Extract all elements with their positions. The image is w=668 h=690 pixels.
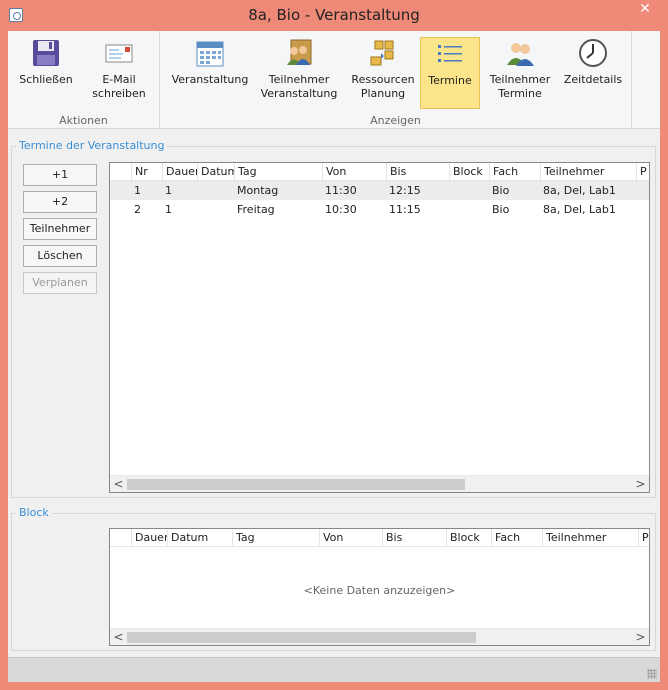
scroll-right-icon[interactable]: > bbox=[632, 629, 649, 645]
app-window: 8a, Bio - Veranstaltung ✕ Schließen E-Ma… bbox=[0, 0, 668, 690]
window-title: 8a, Bio - Veranstaltung bbox=[248, 6, 420, 24]
table-row[interactable]: 2 1 Freitag 10:30 11:15 Bio 8a, Del, Lab… bbox=[110, 200, 649, 219]
empty-message: <Keine Daten anzuzeigen> bbox=[303, 584, 456, 597]
veranstaltung-label: Veranstaltung bbox=[171, 73, 249, 86]
client-area: Schließen E-Mail schreiben Aktionen Vera… bbox=[8, 31, 660, 682]
scroll-left-icon[interactable]: < bbox=[110, 476, 127, 492]
close-button[interactable]: ✕ bbox=[630, 0, 660, 20]
schliessen-button[interactable]: Schließen bbox=[14, 37, 78, 109]
column-header-dauer[interactable]: Dauer bbox=[131, 529, 167, 547]
column-header-tag[interactable]: Tag bbox=[232, 529, 319, 547]
column-header-bis[interactable]: Bis bbox=[382, 529, 446, 547]
block-grid[interactable]: Dauer Datum Tag Von Bis Block Fach Teiln… bbox=[109, 528, 650, 646]
cell-von: 10:30 bbox=[325, 203, 357, 216]
column-header-fach[interactable]: Fach bbox=[489, 163, 540, 181]
cell-datum bbox=[197, 181, 234, 200]
resource-blocks-icon bbox=[370, 40, 394, 66]
column-header-block[interactable]: Block bbox=[446, 529, 491, 547]
cell-nr: 2 bbox=[134, 203, 141, 216]
cell-block bbox=[449, 181, 489, 200]
people-book-icon bbox=[287, 39, 312, 65]
ribbon-group-anzeigen: Veranstaltung Teilnehmer Veranstaltung R… bbox=[160, 31, 632, 129]
list-icon bbox=[438, 45, 462, 62]
cell-dauer: 1 bbox=[165, 203, 172, 216]
scroll-right-icon[interactable]: > bbox=[632, 476, 649, 492]
calendar-icon bbox=[196, 41, 224, 67]
termine-groupbox: Termine der Veranstaltung +1 +2 Teilnehm… bbox=[11, 139, 656, 498]
cell-nr: 1 bbox=[134, 184, 141, 197]
cell-teilnehmer: 8a, Del, Lab1 bbox=[543, 184, 616, 197]
table-row[interactable]: 1 1 Montag 11:30 12:15 Bio 8a, Del, Lab1 bbox=[110, 181, 649, 200]
cell-tag: Montag bbox=[237, 184, 279, 197]
cell-datum bbox=[197, 200, 234, 219]
column-header-bis[interactable]: Bis bbox=[386, 163, 449, 181]
status-bar bbox=[8, 657, 660, 682]
plus-two-button[interactable]: +2 bbox=[23, 191, 97, 213]
column-header-tag[interactable]: Tag bbox=[234, 163, 322, 181]
ribbon-group-label-aktionen: Aktionen bbox=[59, 114, 108, 127]
cell-von: 11:30 bbox=[325, 184, 357, 197]
people-icon bbox=[507, 43, 534, 66]
verplanen-button: Verplanen bbox=[23, 272, 97, 294]
column-header-nr[interactable]: Nr bbox=[131, 163, 162, 181]
column-header-datum[interactable]: Datum bbox=[167, 529, 232, 547]
ribbon-group-aktionen: Schließen E-Mail schreiben Aktionen bbox=[8, 31, 160, 129]
cell-teilnehmer: 8a, Del, Lab1 bbox=[543, 203, 616, 216]
teilnehmer-button[interactable]: Teilnehmer bbox=[23, 218, 97, 240]
email-button[interactable]: E-Mail schreiben bbox=[84, 37, 154, 109]
resize-grip-icon[interactable] bbox=[647, 669, 657, 679]
ribbon-group-label-anzeigen: Anzeigen bbox=[370, 114, 421, 127]
column-header-dauer[interactable]: Dauer bbox=[162, 163, 197, 181]
termine-grid-header: Nr Dauer Datum Tag Von Bis Block Fach Te… bbox=[110, 163, 649, 181]
column-header-block[interactable]: Block bbox=[449, 163, 489, 181]
column-header-fach[interactable]: Fach bbox=[491, 529, 542, 547]
scrollbar-thumb[interactable] bbox=[127, 632, 476, 643]
cell-tag: Freitag bbox=[237, 203, 275, 216]
scroll-left-icon[interactable]: < bbox=[110, 629, 127, 645]
column-header-von[interactable]: Von bbox=[322, 163, 386, 181]
scrollbar-thumb[interactable] bbox=[127, 479, 465, 490]
plus-one-button[interactable]: +1 bbox=[23, 164, 97, 186]
ressourcen-planung-button[interactable]: Ressourcen Planung bbox=[346, 37, 420, 109]
cell-fach: Bio bbox=[492, 184, 510, 197]
block-groupbox: Block Dauer Datum Tag Von Bis Block Fach… bbox=[11, 506, 656, 651]
horizontal-scrollbar[interactable]: < > bbox=[110, 628, 649, 645]
teilnehmer-veranstaltung-label: Teilnehmer Veranstaltung bbox=[260, 73, 338, 100]
ribbon: Schließen E-Mail schreiben Aktionen Vera… bbox=[8, 31, 660, 129]
block-grid-header: Dauer Datum Tag Von Bis Block Fach Teiln… bbox=[110, 529, 649, 547]
termine-label: Termine bbox=[428, 74, 472, 87]
teilnehmer-veranstaltung-button[interactable]: Teilnehmer Veranstaltung bbox=[258, 37, 340, 109]
cell-bis: 11:15 bbox=[389, 203, 421, 216]
title-bar[interactable]: 8a, Bio - Veranstaltung ✕ bbox=[0, 0, 668, 30]
column-header-datum[interactable]: Datum bbox=[197, 163, 234, 181]
column-header-teilnehmer[interactable]: Teilnehmer bbox=[542, 529, 638, 547]
loeschen-button[interactable]: Löschen bbox=[23, 245, 97, 267]
termine-grid[interactable]: Nr Dauer Datum Tag Von Bis Block Fach Te… bbox=[109, 162, 650, 493]
column-header-p[interactable]: P bbox=[636, 163, 649, 181]
ressourcen-planung-label: Ressourcen Planung bbox=[351, 73, 415, 100]
termine-button[interactable]: Termine bbox=[420, 37, 480, 109]
horizontal-scrollbar[interactable]: < > bbox=[110, 475, 649, 492]
cell-dauer: 1 bbox=[165, 184, 172, 197]
zeitdetails-button[interactable]: Zeitdetails bbox=[560, 37, 626, 109]
zeitdetails-label: Zeitdetails bbox=[563, 73, 623, 86]
teilnehmer-termine-label: Teilnehmer Termine bbox=[489, 73, 551, 100]
block-legend: Block bbox=[16, 506, 52, 519]
column-header-p[interactable]: P bbox=[638, 529, 649, 547]
column-header-von[interactable]: Von bbox=[319, 529, 382, 547]
teilnehmer-termine-button[interactable]: Teilnehmer Termine bbox=[482, 37, 558, 109]
cell-bis: 12:15 bbox=[389, 184, 421, 197]
clock-icon bbox=[579, 39, 607, 67]
save-disk-icon bbox=[33, 40, 59, 66]
cell-block bbox=[449, 200, 489, 219]
termine-legend: Termine der Veranstaltung bbox=[16, 139, 168, 152]
column-header-teilnehmer[interactable]: Teilnehmer bbox=[540, 163, 636, 181]
schliessen-label: Schließen bbox=[19, 73, 73, 86]
email-label: E-Mail schreiben bbox=[92, 73, 146, 100]
cell-fach: Bio bbox=[492, 203, 510, 216]
email-icon bbox=[105, 44, 133, 63]
veranstaltung-button[interactable]: Veranstaltung bbox=[168, 37, 252, 109]
